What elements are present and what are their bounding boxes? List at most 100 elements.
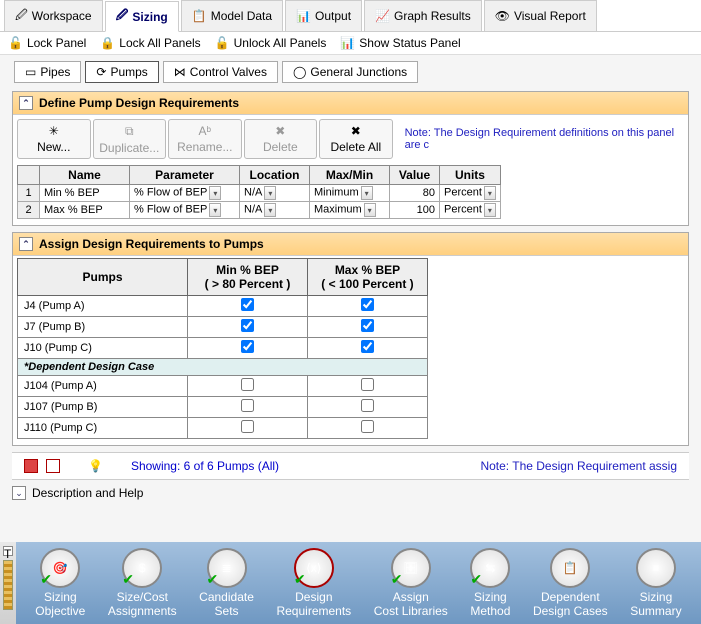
top-tab-model-data[interactable]: 📋Model Data xyxy=(181,0,283,31)
sub-tab-general-junctions[interactable]: ◯General Junctions xyxy=(282,61,418,83)
new-button[interactable]: ✳New... xyxy=(17,119,91,159)
chevron-down-icon[interactable]: ▾ xyxy=(209,203,221,217)
dependent-header-row: *Dependent Design Case xyxy=(18,359,428,376)
description-help[interactable]: ⌄ Description and Help xyxy=(0,480,701,506)
nav-sizing-method[interactable]: ⇆✔Sizing Method xyxy=(470,548,510,618)
delete-icon: ✖ xyxy=(275,124,285,138)
define-row: 2Max % BEP% Flow of BEP▾N/A▾Maximum▾100P… xyxy=(18,202,501,219)
chevron-down-icon[interactable]: ▾ xyxy=(484,203,496,217)
nav-sizing-summary[interactable]: ≡Sizing Summary xyxy=(630,548,681,618)
units-cell[interactable]: Percent▾ xyxy=(440,185,501,202)
delete-all-button[interactable]: ✖Delete All xyxy=(319,119,393,159)
collapse-icon[interactable]: ⌃ xyxy=(19,237,33,251)
tab-icon: 👁 xyxy=(495,9,510,23)
status-icon: 📊 xyxy=(340,36,355,50)
pump-label: J4 (Pump A) xyxy=(18,296,188,317)
assign-row: J110 (Pump C) xyxy=(18,418,428,439)
define-table: NameParameterLocationMax/MinValueUnits1M… xyxy=(17,165,501,219)
max-checkbox[interactable] xyxy=(361,420,374,433)
top-tab-workspace[interactable]: 🖉Workspace xyxy=(4,0,103,31)
chevron-down-icon[interactable]: ▾ xyxy=(364,203,376,217)
loc-cell[interactable]: N/A▾ xyxy=(240,202,310,219)
min-checkbox[interactable] xyxy=(241,340,254,353)
assign-row: J7 (Pump B) xyxy=(18,317,428,338)
col-header: Parameter xyxy=(130,166,240,185)
chevron-down-icon[interactable]: ▾ xyxy=(484,186,496,200)
sub-tab-icon: ◯ xyxy=(293,65,306,79)
units-cell[interactable]: Percent▾ xyxy=(440,202,501,219)
chevron-down-icon[interactable]: ▾ xyxy=(264,203,276,217)
unlock-all-label: Unlock All Panels xyxy=(234,36,327,50)
pump-label: J7 (Pump B) xyxy=(18,317,188,338)
max-checkbox[interactable] xyxy=(361,340,374,353)
check-icon: ✔ xyxy=(391,571,403,588)
lock-icon: 🔒 xyxy=(100,36,115,50)
duplicate-icon: ⧉ xyxy=(125,124,134,139)
nav-dependent-design-cases[interactable]: 📋Dependent Design Cases xyxy=(533,548,608,618)
min-checkbox[interactable] xyxy=(241,298,254,311)
check-icon: ✔ xyxy=(122,571,134,588)
rename-button[interactable]: AᵇRename... xyxy=(168,119,242,159)
mm-cell[interactable]: Maximum▾ xyxy=(310,202,390,219)
col-header: Max/Min xyxy=(310,166,390,185)
legend-icon[interactable] xyxy=(46,459,60,473)
col-pumps: Pumps xyxy=(18,259,188,296)
nav-design-requirements[interactable]: ⟨x⟩✔Design Requirements xyxy=(276,548,351,618)
max-checkbox[interactable] xyxy=(361,378,374,391)
side-handle: T xyxy=(0,542,16,624)
value-cell[interactable]: 80 xyxy=(390,185,440,202)
tab-icon: 🖉 xyxy=(15,6,28,27)
bottom-items: 🎯✔Sizing Objective $✔Size/Cost Assignment… xyxy=(16,542,701,624)
nav-icon: ⟨x⟩✔ xyxy=(294,548,334,588)
param-cell[interactable]: % Flow of BEP▾ xyxy=(130,185,240,202)
top-tab-output[interactable]: 📊Output xyxy=(285,0,362,31)
collapse-icon[interactable]: ⌃ xyxy=(19,96,33,110)
nav-label: Sizing Objective xyxy=(35,590,85,618)
legend-icon[interactable] xyxy=(24,459,38,473)
lock-panel-button[interactable]: 🔓Lock Panel xyxy=(8,36,86,50)
sub-tab-control-valves[interactable]: ⋈Control Valves xyxy=(163,61,278,83)
nav-candidate-sets[interactable]: ≣✔Candidate Sets xyxy=(199,548,254,618)
dependent-label: *Dependent Design Case xyxy=(18,359,428,376)
assign-table: PumpsMin % BEP ( > 80 Percent )Max % BEP… xyxy=(17,258,428,439)
tab-icon: 📋 xyxy=(192,9,207,23)
nav-label: Assign Cost Libraries xyxy=(374,590,448,618)
mm-cell[interactable]: Minimum▾ xyxy=(310,185,390,202)
ruler-icon[interactable] xyxy=(3,560,13,610)
assign-row: J107 (Pump B) xyxy=(18,397,428,418)
chevron-down-icon[interactable]: ▾ xyxy=(361,186,373,200)
value-cell[interactable]: 100 xyxy=(390,202,440,219)
sub-tab-icon: ▭ xyxy=(25,65,36,79)
top-tab-graph-results[interactable]: 📈Graph Results xyxy=(364,0,482,31)
nav-label: Dependent Design Cases xyxy=(533,590,608,618)
nav-sizing-objective[interactable]: 🎯✔Sizing Objective xyxy=(35,548,85,618)
duplicate-button[interactable]: ⧉Duplicate... xyxy=(93,119,167,159)
lock-all-button[interactable]: 🔒Lock All Panels xyxy=(100,36,200,50)
max-checkbox[interactable] xyxy=(361,399,374,412)
handle-box-icon[interactable]: T xyxy=(3,546,13,556)
top-tab-visual-report[interactable]: 👁Visual Report xyxy=(484,0,597,31)
show-status-button[interactable]: 📊Show Status Panel xyxy=(340,36,460,50)
min-checkbox[interactable] xyxy=(241,378,254,391)
nav-assign-cost-libraries[interactable]: 🗄✔Assign Cost Libraries xyxy=(374,548,448,618)
max-checkbox[interactable] xyxy=(361,319,374,332)
min-checkbox[interactable] xyxy=(241,399,254,412)
status-note: Note: The Design Requirement assig xyxy=(480,459,677,473)
min-checkbox[interactable] xyxy=(241,319,254,332)
loc-cell[interactable]: N/A▾ xyxy=(240,185,310,202)
chevron-down-icon[interactable]: ▾ xyxy=(209,186,221,200)
delete-button[interactable]: ✖Delete xyxy=(244,119,318,159)
sub-tab-pipes[interactable]: ▭Pipes xyxy=(14,61,81,83)
name-cell[interactable]: Max % BEP xyxy=(40,202,130,219)
expand-icon[interactable]: ⌄ xyxy=(12,486,26,500)
param-cell[interactable]: % Flow of BEP▾ xyxy=(130,202,240,219)
sub-tab-pumps[interactable]: ⟳Pumps xyxy=(85,61,158,83)
max-checkbox[interactable] xyxy=(361,298,374,311)
tab-icon: 🖉 xyxy=(116,6,129,27)
nav-size-cost-assignments[interactable]: $✔Size/Cost Assignments xyxy=(108,548,177,618)
min-checkbox[interactable] xyxy=(241,420,254,433)
top-tab-sizing[interactable]: 🖉Sizing xyxy=(105,1,179,32)
name-cell[interactable]: Min % BEP xyxy=(40,185,130,202)
unlock-all-button[interactable]: 🔓Unlock All Panels xyxy=(215,36,327,50)
chevron-down-icon[interactable]: ▾ xyxy=(264,186,276,200)
